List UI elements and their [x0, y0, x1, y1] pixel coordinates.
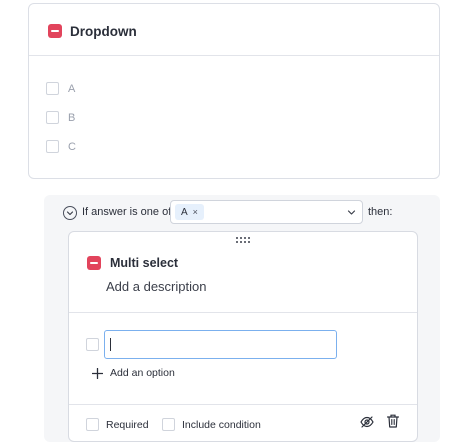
dropdown-option-a[interactable]: A: [46, 82, 75, 95]
include-condition-toggle[interactable]: Include condition: [162, 418, 261, 431]
multi-select-title: Multi select: [110, 256, 179, 270]
multi-select-type-icon: [87, 256, 101, 270]
option-checkbox[interactable]: [46, 111, 59, 124]
condition-prefix: If answer is one of: [82, 206, 172, 218]
include-condition-checkbox[interactable]: [162, 418, 175, 431]
trash-icon[interactable]: [387, 414, 399, 428]
option-label: A: [68, 82, 76, 95]
divider: [69, 404, 417, 405]
option-checkbox[interactable]: [46, 140, 59, 153]
condition-suffix: then:: [368, 206, 393, 218]
remove-tag-icon[interactable]: ×: [193, 207, 198, 217]
plus-icon: [92, 367, 103, 379]
selected-answer-tag: A ×: [175, 204, 204, 220]
required-label: Required: [106, 418, 149, 431]
option-text-input[interactable]: [104, 330, 337, 359]
chevron-down-icon[interactable]: [347, 208, 356, 217]
text-caret: [110, 338, 111, 351]
dropdown-question-card[interactable]: Dropdown A B C: [28, 3, 440, 179]
condition-answer-select[interactable]: A ×: [170, 200, 363, 224]
divider: [29, 55, 439, 56]
add-option-button[interactable]: Add an option: [92, 367, 175, 379]
option-checkbox[interactable]: [46, 82, 59, 95]
option-label: C: [68, 140, 76, 153]
tag-label: A: [181, 206, 188, 218]
new-option-checkbox[interactable]: [86, 338, 99, 351]
dropdown-type-icon: [48, 24, 62, 38]
add-option-label: Add an option: [110, 367, 175, 379]
drag-handle-icon[interactable]: [236, 237, 250, 245]
description-field[interactable]: Add a description: [106, 279, 206, 294]
eye-off-icon[interactable]: [360, 416, 374, 428]
include-condition-label: Include condition: [182, 418, 261, 431]
option-label: B: [68, 111, 76, 124]
chevron-down-circle-icon[interactable]: [63, 206, 77, 220]
multi-select-question-card[interactable]: Multi select Add a description Add an op…: [68, 231, 418, 442]
divider: [69, 312, 417, 313]
conditional-section: If answer is one of A × then: Multi sele…: [44, 195, 440, 442]
dropdown-title: Dropdown: [70, 24, 137, 39]
required-toggle[interactable]: Required: [86, 418, 149, 431]
dropdown-option-b[interactable]: B: [46, 111, 75, 124]
required-checkbox[interactable]: [86, 418, 99, 431]
dropdown-option-c[interactable]: C: [46, 140, 76, 153]
